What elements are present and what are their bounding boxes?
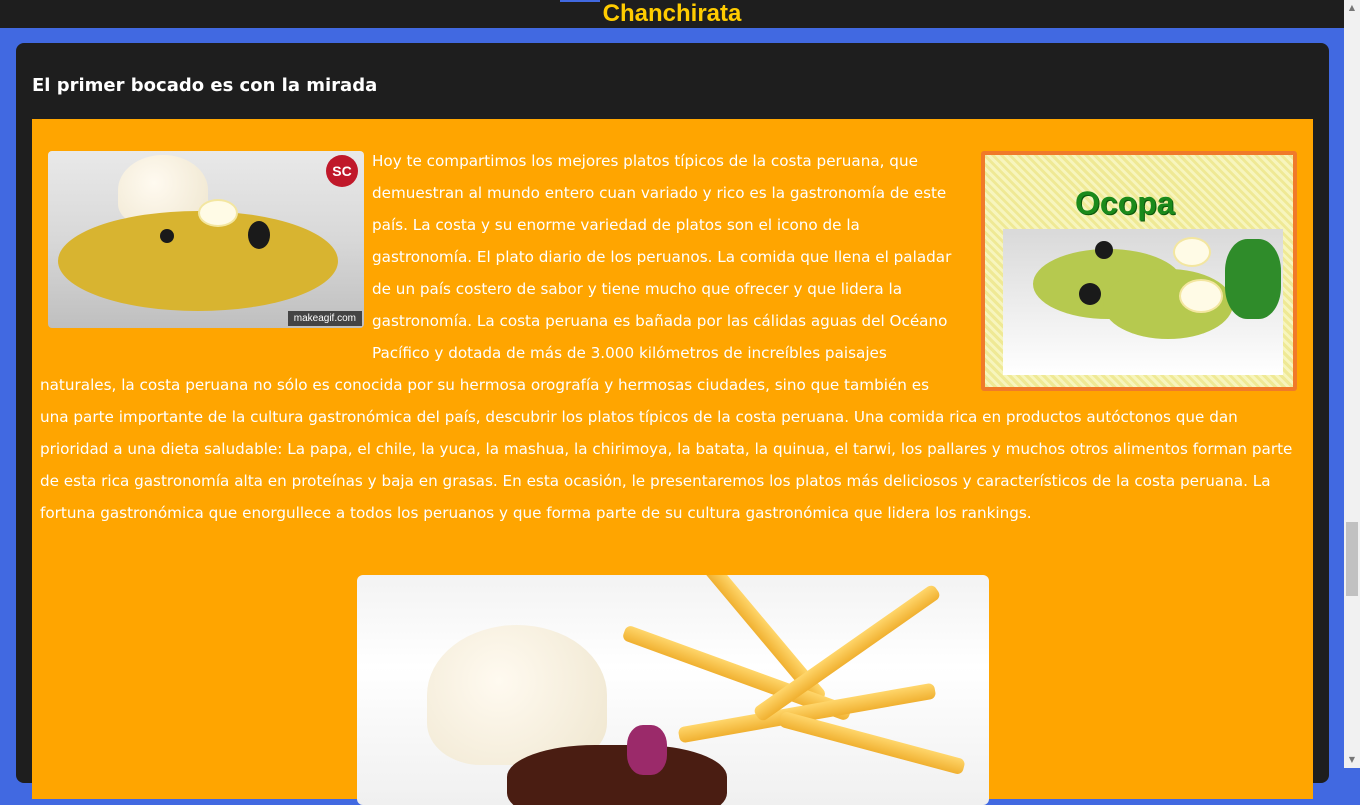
ocopa-image: Ocopa — [981, 151, 1297, 391]
egg-shape — [198, 199, 238, 227]
lomo-saltado-image — [357, 575, 989, 805]
vertical-scrollbar[interactable]: ▲ ▼ — [1344, 0, 1360, 768]
olive-shape — [1095, 241, 1113, 259]
fry-shape — [778, 710, 966, 776]
watermark-text: makeagif.com — [287, 311, 362, 326]
olive-shape — [160, 229, 174, 243]
article-content: SC makeagif.com Ocopa Hoy te compartimos… — [32, 119, 1313, 805]
content-card: El primer bocado es con la mirada SC mak… — [16, 43, 1329, 805]
active-tab-indicator — [560, 0, 600, 2]
greens-shape — [1225, 239, 1281, 319]
sc-logo: SC — [326, 155, 358, 187]
aji-de-gallina-image: SC makeagif.com — [48, 151, 364, 328]
scroll-down-arrow-icon[interactable]: ▼ — [1344, 752, 1360, 768]
card-title: El primer bocado es con la mirada — [32, 75, 378, 96]
top-bar: Chanchirata — [0, 0, 1344, 28]
ocopa-plate — [1003, 229, 1283, 375]
egg-shape — [1179, 279, 1223, 313]
scroll-up-arrow-icon[interactable]: ▲ — [1344, 0, 1360, 16]
olive-shape — [248, 221, 270, 249]
rice-shape — [427, 625, 607, 765]
ocopa-background: Ocopa — [985, 155, 1293, 387]
ocopa-title: Ocopa — [1075, 185, 1175, 221]
scrollbar-thumb[interactable] — [1346, 522, 1358, 596]
egg-shape — [1173, 237, 1211, 267]
sauce-shape — [58, 211, 338, 311]
olive-shape — [1079, 283, 1101, 305]
site-brand[interactable]: Chanchirata — [603, 0, 742, 28]
beef-shape — [507, 745, 727, 805]
